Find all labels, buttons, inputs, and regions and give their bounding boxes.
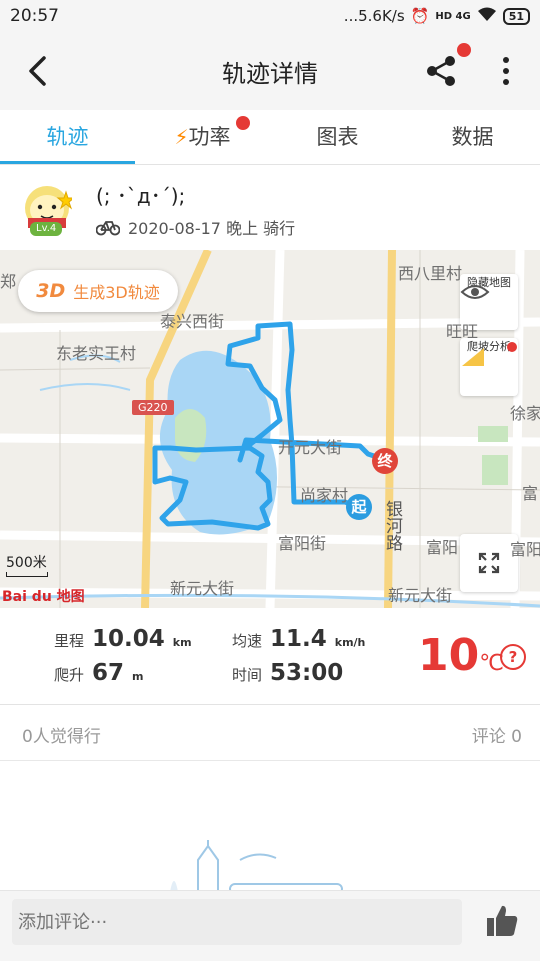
park-small-2 [482,455,508,485]
lightning-icon: ⚡ [174,125,189,149]
network-speed: ...5.6K/s [343,7,405,25]
map-label: 银河路 [382,500,402,551]
battery-icon: 51 [502,7,530,25]
comment-bar [0,890,540,961]
map-label: 泰兴西街 [160,312,225,331]
map-label: 旺旺 [446,322,479,341]
app-header: 轨迹详情 [0,32,540,110]
tab-bar: 轨迹 ⚡功率 图表 数据 [0,110,540,165]
level-badge: Lv.4 [30,222,63,236]
generate-3d-label: 生成3D轨迹 [73,283,160,302]
tab-track-label: 轨迹 [46,125,89,149]
likes-count[interactable]: 0人觉得行 [22,722,101,747]
3d-tag: 3D [36,280,66,302]
page-title: 轨迹详情 [222,60,318,88]
comment-input[interactable] [12,899,462,945]
map-label: 富阳 [426,538,459,557]
more-options-icon[interactable] [496,54,516,88]
power-notification-dot [236,116,250,130]
map-label: 新元大街 [170,579,235,598]
start-marker: 起 [346,494,372,520]
ride-owner: Lv.4 (; ･`д･´); 2020-08-17 晚上 骑行 [0,164,540,250]
tab-data[interactable]: 数据 [405,110,540,164]
map-label: 富阳 [510,540,540,559]
stat-distance: 里程 10.04 km [54,626,192,652]
share-icon[interactable] [424,54,458,88]
eye-icon [460,285,490,299]
tab-power-label: 功率 [188,125,231,149]
signal-icon: HD 4G [435,10,471,22]
share-notification-dot [457,43,471,57]
map-label: 富阳街 [278,534,327,553]
tab-data-label: 数据 [451,125,494,149]
tab-power[interactable]: ⚡功率 [135,110,270,164]
end-marker: 终 [372,448,398,474]
scale-bar [6,572,48,577]
status-time: 20:57 [10,6,59,26]
bicycle-icon [96,221,120,236]
map-label: 东老实王村 [56,344,137,363]
stat-time: 时间 53:00 [232,660,344,686]
baidu-logo: Bai du 地图 [2,589,85,605]
map-label: 徐家 [510,404,540,423]
map-label: 尚家村 [300,486,349,505]
status-bar: 20:57 ...5.6K/s ⏰ HD 4G 51 [0,0,540,32]
alarm-icon: ⏰ [410,7,430,25]
map-label: 西八里村 [398,264,463,283]
map-label: 郑 [0,272,17,291]
park-small [478,426,508,442]
thumbs-up-icon[interactable] [484,903,520,939]
map-scale: 500米 [6,555,47,571]
stat-climb: 爬升 67 m [54,660,144,686]
social-row: 0人觉得行 评论 0 [0,704,540,761]
wifi-icon [477,6,497,26]
ride-stats: 里程 10.04 km 均速 11.4 km/h 爬升 67 m 时间 53:0… [0,608,540,705]
climb-notification-dot [507,342,517,352]
temperature: 10℃ [418,630,504,681]
map-label: 新元大街 [388,586,453,605]
empty-state-illustration [170,840,343,892]
help-icon[interactable]: ? [500,644,526,670]
road-shield: G220 [132,400,174,415]
tab-charts-label: 图表 [316,125,359,149]
generate-3d-track-button[interactable]: 3D 生成3D轨迹 [18,270,178,312]
ride-date: 2020-08-17 晚上 骑行 [128,219,296,238]
route-map[interactable]: 3D 生成3D轨迹 隐藏地图 爬坡分析 郑 西八里村 泰兴西街 旺旺 东老实王村… [0,250,540,608]
tab-charts[interactable]: 图表 [270,110,405,164]
comments-count[interactable]: 评论 0 [472,722,522,747]
map-label: 富 [522,484,539,503]
username: (; ･`д･´); [96,184,186,208]
map-label: 开元大街 [278,438,343,457]
tab-track[interactable]: 轨迹 [0,110,135,164]
stat-speed: 均速 11.4 km/h [232,626,366,652]
slope-icon [462,348,484,366]
